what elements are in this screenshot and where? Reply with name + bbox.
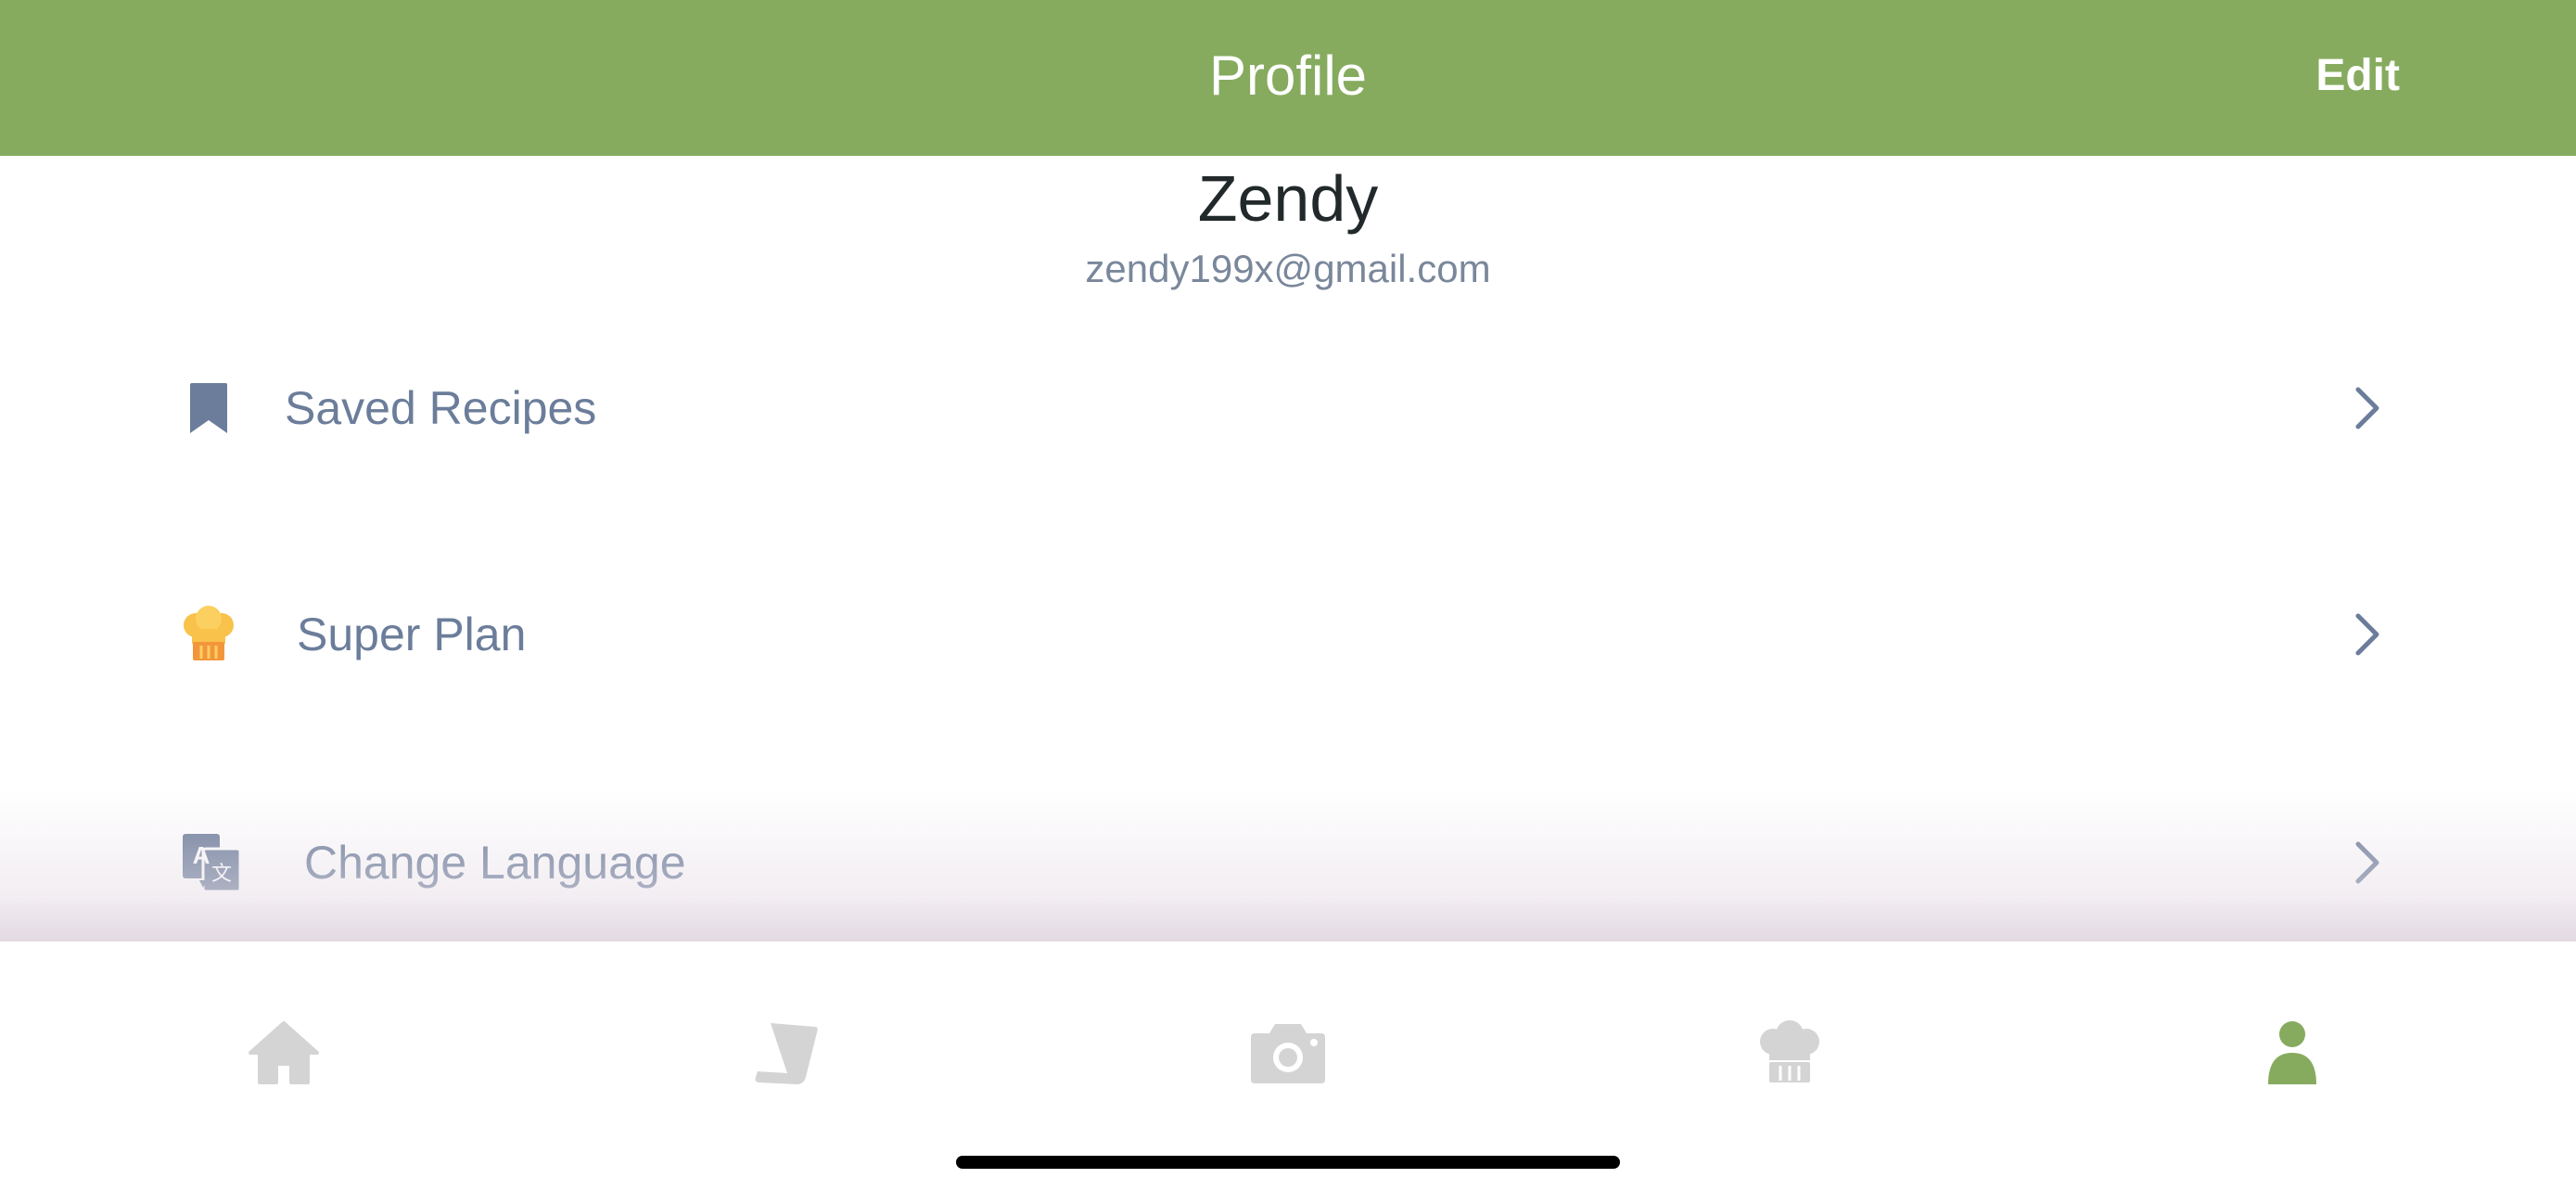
- home-icon: [249, 1021, 319, 1084]
- user-email: zendy199x@gmail.com: [1085, 247, 1491, 290]
- profile-screen: Profile Edit Zendy zendy199x@gmail.com S…: [0, 0, 2576, 1191]
- menu-item-change-language[interactable]: A 文 Change Language: [181, 802, 2397, 923]
- chevron-right-icon: [2355, 387, 2379, 429]
- svg-text:A: A: [193, 841, 210, 869]
- svg-text:文: 文: [211, 863, 232, 886]
- home-indicator: [956, 1156, 1620, 1169]
- tab-profile[interactable]: [2237, 997, 2348, 1108]
- edit-button[interactable]: Edit: [2315, 48, 2400, 104]
- chef-hat-icon: [181, 605, 236, 664]
- tab-home[interactable]: [228, 997, 339, 1108]
- recipe-scroll-icon: [755, 1023, 818, 1084]
- tab-camera[interactable]: [1232, 997, 1344, 1108]
- menu-item-label: Saved Recipes: [285, 382, 597, 434]
- chevron-right-icon: [2355, 613, 2379, 656]
- user-name: Zendy: [1197, 162, 1379, 235]
- user-icon: [2268, 1021, 2316, 1084]
- chevron-right-icon: [2355, 841, 2379, 884]
- menu-item-super-plan[interactable]: Super Plan: [181, 574, 2397, 695]
- chef-hat-icon: [1760, 1020, 1819, 1082]
- bookmark-icon: [185, 380, 232, 436]
- tab-chef[interactable]: [1734, 997, 1845, 1108]
- header-bar: Profile Edit: [0, 0, 2576, 156]
- camera-icon: [1251, 1024, 1325, 1083]
- menu-item-label: Super Plan: [297, 608, 527, 660]
- menu-item-label: Change Language: [304, 837, 686, 889]
- translate-icon: A 文: [181, 832, 242, 893]
- tab-recipes[interactable]: [730, 997, 841, 1108]
- tab-bar: [0, 941, 2576, 1127]
- page-title: Profile: [1208, 45, 1368, 107]
- menu-item-saved-recipes[interactable]: Saved Recipes: [181, 348, 2397, 468]
